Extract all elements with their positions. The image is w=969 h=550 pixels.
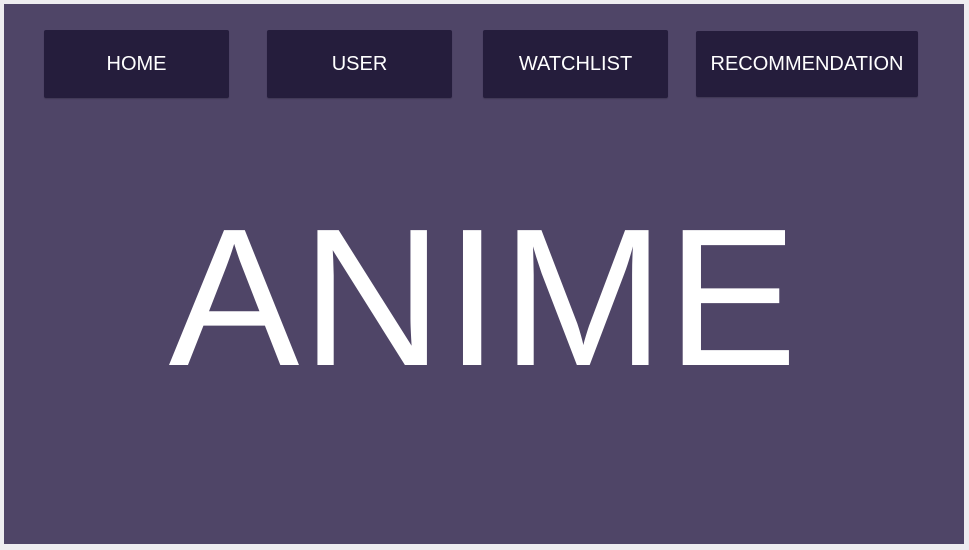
watchlist-button[interactable]: WATCHLIST <box>483 30 668 98</box>
home-button[interactable]: HOME <box>44 30 229 98</box>
hero-title: ANIME <box>168 188 800 407</box>
user-button[interactable]: USER <box>267 30 452 98</box>
main-panel: HOME USER WATCHLIST RECOMMENDATION ANIME <box>4 4 964 544</box>
recommendation-button[interactable]: RECOMMENDATION <box>696 31 918 97</box>
